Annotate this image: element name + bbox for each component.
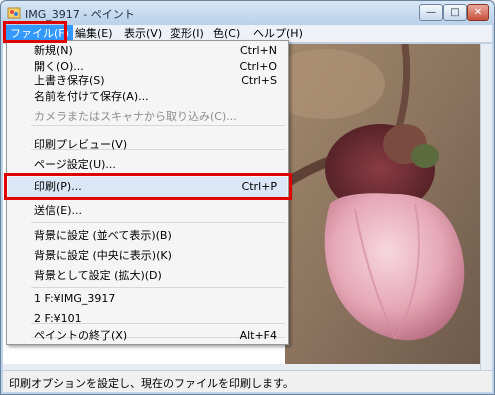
- menu-item-label: ペイントの終了(X): [34, 329, 128, 342]
- highlight-frame-file-menu: [3, 21, 67, 43]
- maximize-button[interactable]: □: [443, 4, 467, 21]
- menu-item-shortcut: Alt+F4: [239, 329, 277, 342]
- close-button[interactable]: ✕: [467, 4, 489, 21]
- status-bar: 印刷オプションを設定し、現在のファイルを印刷します。: [3, 370, 492, 392]
- status-text: 印刷オプションを設定し、現在のファイルを印刷します。: [9, 377, 294, 390]
- minimize-icon: —: [426, 7, 436, 18]
- menu-item-label: 背景に設定 (中央に表示)(K): [34, 249, 172, 262]
- menu-item-recent-1[interactable]: 1 F:¥IMG_3917: [8, 289, 287, 309]
- menu-separator: [31, 287, 285, 288]
- menu-item-bg-stretch[interactable]: 背景として設定 (拡大)(D): [8, 266, 287, 286]
- menu-item-label: 送信(E)...: [34, 204, 83, 217]
- menu-item-acquire[interactable]: カメラまたはスキャナから取り込み(C)...: [8, 107, 287, 127]
- menu-item-exit[interactable]: ペイントの終了(X) Alt+F4: [8, 326, 287, 346]
- window-title: IMG_3917 - ペイント: [25, 8, 135, 21]
- menu-item-label: 1 F:¥IMG_3917: [34, 292, 116, 305]
- highlight-frame-print: [4, 173, 292, 200]
- menu-item-page-setup[interactable]: ページ設定(U)...: [8, 155, 287, 175]
- menu-item-label: カメラまたはスキャナから取り込み(C)...: [34, 110, 237, 123]
- menu-item-label: ページ設定(U)...: [34, 158, 116, 171]
- menu-item-bg-center[interactable]: 背景に設定 (中央に表示)(K): [8, 246, 287, 266]
- menu-item-save-as[interactable]: 名前を付けて保存(A)...: [8, 87, 287, 107]
- blossom-photo: [285, 44, 480, 364]
- menu-item-send[interactable]: 送信(E)...: [8, 201, 287, 221]
- paint-app-icon: [7, 7, 21, 19]
- close-icon: ✕: [473, 7, 483, 18]
- title-bar[interactable]: IMG_3917 - ペイント — □ ✕: [1, 1, 494, 25]
- menu-item-print-preview[interactable]: 印刷プレビュー(V): [8, 135, 287, 155]
- minimize-button[interactable]: —: [419, 4, 443, 21]
- menu-separator: [31, 222, 285, 223]
- menu-item-label: 名前を付けて保存(A)...: [34, 90, 149, 103]
- menu-item-label: 背景に設定 (並べて表示)(B): [34, 229, 172, 242]
- menu-item-label: 印刷プレビュー(V): [34, 138, 128, 151]
- menu-item-label: 背景として設定 (拡大)(D): [34, 269, 162, 282]
- maximize-icon: □: [450, 7, 460, 18]
- vertical-scrollbar[interactable]: [480, 44, 492, 370]
- menu-item-bg-tile[interactable]: 背景に設定 (並べて表示)(B): [8, 226, 287, 246]
